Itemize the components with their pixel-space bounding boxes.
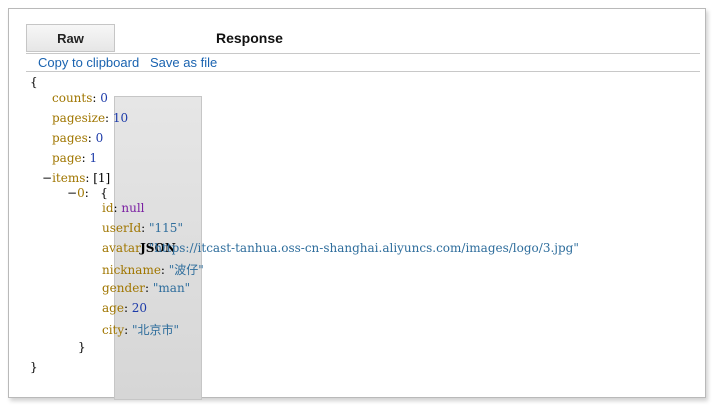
json-line-userid: userId: "115"	[102, 221, 183, 235]
json-key: gender	[102, 281, 146, 295]
json-line-pagesize: pagesize: 10	[52, 111, 129, 125]
json-key: id	[102, 201, 114, 215]
json-line-age: age: 20	[102, 301, 148, 315]
open-brace: {	[30, 75, 38, 89]
json-line-item0-close: }	[78, 340, 86, 354]
json-key: 0	[77, 186, 85, 200]
json-value: null	[121, 201, 145, 215]
json-viewer: { counts: 0 pagesize: 10 pages: 0 page: …	[26, 72, 700, 376]
json-value: "115"	[149, 221, 183, 235]
response-tab-bar: Raw JSON Response	[26, 24, 700, 400]
json-value: 20	[131, 301, 148, 315]
json-key: age	[102, 301, 124, 315]
json-key: pagesize	[52, 111, 106, 125]
item0-close-brace: }	[78, 340, 86, 354]
json-line-city: city: "北京市"	[102, 323, 180, 337]
json-key: nickname	[102, 263, 161, 277]
json-value: "北京市"	[132, 323, 180, 337]
json-key: counts	[52, 91, 93, 105]
json-line-close: }	[30, 360, 38, 374]
json-line-gender: gender: "man"	[102, 281, 191, 295]
json-key: userId	[102, 221, 142, 235]
save-as-file-link[interactable]: Save as file	[150, 55, 217, 70]
json-line-open: {	[30, 75, 38, 89]
json-line-avatar: avatar: "https://itcast-tanhua.oss-cn-sh…	[102, 241, 579, 255]
close-brace: }	[30, 360, 38, 374]
json-line-nickname: nickname: "波仔"	[102, 263, 204, 277]
json-value: "man"	[152, 281, 191, 295]
json-line-pages: pages: 0	[52, 131, 104, 145]
json-key: pages	[52, 131, 88, 145]
tab-raw[interactable]: Raw	[26, 24, 115, 52]
json-line-counts: counts: 0	[52, 91, 108, 105]
json-toolbar: Copy to clipboard Save as file	[26, 54, 700, 72]
json-key: items	[52, 171, 86, 185]
json-key: page	[52, 151, 82, 165]
json-line-page: page: 1	[52, 151, 98, 165]
json-line-id: id: null	[102, 201, 145, 215]
json-value: [1]	[93, 171, 111, 185]
json-line-item0: −0: {	[67, 186, 108, 200]
json-line-items: −items: [1]	[42, 171, 111, 185]
collapse-item0-toggle[interactable]: −	[67, 186, 77, 200]
json-value: "波仔"	[168, 263, 204, 277]
json-value: 1	[89, 151, 98, 165]
json-value: 10	[112, 111, 129, 125]
response-title: Response	[216, 30, 283, 46]
collapse-items-toggle[interactable]: −	[42, 171, 52, 185]
copy-to-clipboard-link[interactable]: Copy to clipboard	[38, 55, 139, 70]
json-value: 0	[100, 91, 108, 105]
json-value: 0	[95, 131, 104, 145]
json-key: avatar	[102, 241, 141, 255]
item0-open-brace: {	[100, 186, 108, 200]
json-value: "https://itcast-tanhua.oss-cn-shanghai.a…	[148, 241, 579, 255]
json-key: city	[102, 323, 125, 337]
